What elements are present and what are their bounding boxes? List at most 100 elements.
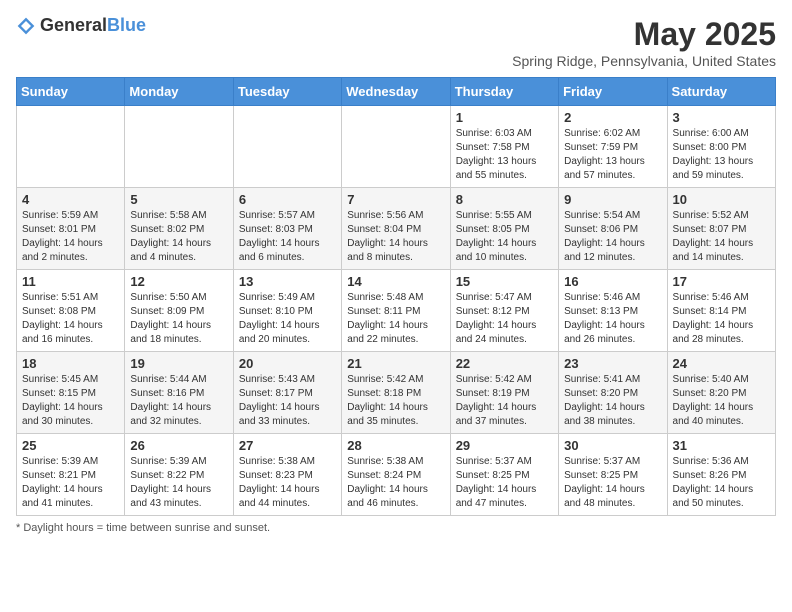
calendar-cell: 16Sunrise: 5:46 AM Sunset: 8:13 PM Dayli… bbox=[559, 270, 667, 352]
day-info: Sunrise: 5:46 AM Sunset: 8:14 PM Dayligh… bbox=[673, 291, 770, 347]
calendar-cell: 13Sunrise: 5:49 AM Sunset: 8:10 PM Dayli… bbox=[233, 270, 341, 352]
day-number: 17 bbox=[673, 274, 770, 289]
day-number: 5 bbox=[130, 192, 227, 207]
logo-icon bbox=[16, 16, 36, 36]
week-row-3: 11 Sunrise: 5:51 AM Sunset: 8:08 PM Dayli… bbox=[17, 270, 776, 352]
day-number: 7 bbox=[347, 192, 444, 207]
day-info: Sunrise: 5:38 AM Sunset: 8:24 PM Dayligh… bbox=[347, 455, 444, 511]
calendar-cell: 8 Sunrise: 5:55 AM Sunset: 8:05 PM Daylig… bbox=[450, 188, 558, 270]
day-number: 31 bbox=[673, 438, 770, 453]
day-number: 4 bbox=[22, 192, 119, 207]
day-info: Sunrise: 5:51 AM Sunset: 8:08 PM Dayligh… bbox=[22, 291, 119, 347]
calendar-cell: 4Sunrise: 5:59 AM Sunset: 8:01 PM Daylig… bbox=[17, 188, 125, 270]
calendar-cell: 11 Sunrise: 5:51 AM Sunset: 8:08 PM Dayli… bbox=[17, 270, 125, 352]
week-row-1: 1 Sunrise: 6:03 AM Sunset: 7:58 PM Daylig… bbox=[17, 106, 776, 188]
day-number: 11 bbox=[22, 274, 119, 289]
day-number: 30 bbox=[564, 438, 661, 453]
calendar-cell: 31 Sunrise: 5:36 AM Sunset: 8:26 PM Dayli… bbox=[667, 434, 775, 516]
day-info: Sunrise: 5:38 AM Sunset: 8:23 PM Dayligh… bbox=[239, 455, 336, 511]
weekday-header-saturday: Saturday bbox=[667, 78, 775, 106]
day-info: Sunrise: 5:36 AM Sunset: 8:26 PM Dayligh… bbox=[673, 455, 770, 511]
day-number: 15 bbox=[456, 274, 553, 289]
day-number: 21 bbox=[347, 356, 444, 371]
calendar-cell: 27 Sunrise: 5:38 AM Sunset: 8:23 PM Dayli… bbox=[233, 434, 341, 516]
day-info: Sunrise: 5:55 AM Sunset: 8:05 PM Dayligh… bbox=[456, 209, 553, 265]
weekday-header-tuesday: Tuesday bbox=[233, 78, 341, 106]
day-info: Sunrise: 5:37 AM Sunset: 8:25 PM Dayligh… bbox=[564, 455, 661, 511]
calendar-cell: 21 Sunrise: 5:42 AM Sunset: 8:18 PM Dayli… bbox=[342, 352, 450, 434]
calendar-cell: 25Sunrise: 5:39 AM Sunset: 8:21 PM Dayli… bbox=[17, 434, 125, 516]
day-info: Sunrise: 5:40 AM Sunset: 8:20 PM Dayligh… bbox=[673, 373, 770, 429]
day-info: Sunrise: 5:54 AM Sunset: 8:06 PM Dayligh… bbox=[564, 209, 661, 265]
calendar-cell bbox=[233, 106, 341, 188]
weekday-header-monday: Monday bbox=[125, 78, 233, 106]
footer-note: * Daylight hours = time between sunrise … bbox=[16, 522, 776, 534]
day-info: Sunrise: 5:39 AM Sunset: 8:22 PM Dayligh… bbox=[130, 455, 227, 511]
calendar-cell: 26 Sunrise: 5:39 AM Sunset: 8:22 PM Dayli… bbox=[125, 434, 233, 516]
calendar-cell: 9 Sunrise: 5:54 AM Sunset: 8:06 PM Daylig… bbox=[559, 188, 667, 270]
calendar-cell: 24 Sunrise: 5:40 AM Sunset: 8:20 PM Dayli… bbox=[667, 352, 775, 434]
day-info: Sunrise: 5:47 AM Sunset: 8:12 PM Dayligh… bbox=[456, 291, 553, 347]
logo-text-general: General bbox=[40, 15, 107, 35]
day-info: Sunrise: 5:45 AM Sunset: 8:15 PM Dayligh… bbox=[22, 373, 119, 429]
day-number: 20 bbox=[239, 356, 336, 371]
week-row-5: 25Sunrise: 5:39 AM Sunset: 8:21 PM Dayli… bbox=[17, 434, 776, 516]
day-number: 1 bbox=[456, 110, 553, 125]
logo: GeneralBlue bbox=[16, 16, 146, 36]
day-info: Sunrise: 5:49 AM Sunset: 8:10 PM Dayligh… bbox=[239, 291, 336, 347]
title-area: May 2025 Spring Ridge, Pennsylvania, Uni… bbox=[512, 16, 776, 69]
weekday-header-wednesday: Wednesday bbox=[342, 78, 450, 106]
header: GeneralBlue May 2025 Spring Ridge, Penns… bbox=[16, 16, 776, 69]
calendar-cell: 3 Sunrise: 6:00 AM Sunset: 8:00 PM Daylig… bbox=[667, 106, 775, 188]
calendar-cell bbox=[17, 106, 125, 188]
weekday-header-sunday: Sunday bbox=[17, 78, 125, 106]
calendar-cell: 28Sunrise: 5:38 AM Sunset: 8:24 PM Dayli… bbox=[342, 434, 450, 516]
day-number: 14 bbox=[347, 274, 444, 289]
day-number: 3 bbox=[673, 110, 770, 125]
day-info: Sunrise: 6:00 AM Sunset: 8:00 PM Dayligh… bbox=[673, 127, 770, 183]
day-number: 18 bbox=[22, 356, 119, 371]
calendar-cell bbox=[342, 106, 450, 188]
calendar-cell: 7Sunrise: 5:56 AM Sunset: 8:04 PM Daylig… bbox=[342, 188, 450, 270]
day-number: 27 bbox=[239, 438, 336, 453]
calendar-cell: 18 Sunrise: 5:45 AM Sunset: 8:15 PM Dayli… bbox=[17, 352, 125, 434]
day-number: 16 bbox=[564, 274, 661, 289]
day-info: Sunrise: 5:41 AM Sunset: 8:20 PM Dayligh… bbox=[564, 373, 661, 429]
daylight-hours-label: Daylight hours bbox=[23, 522, 93, 534]
day-info: Sunrise: 5:42 AM Sunset: 8:19 PM Dayligh… bbox=[456, 373, 553, 429]
calendar-cell bbox=[125, 106, 233, 188]
day-number: 9 bbox=[564, 192, 661, 207]
calendar-cell: 20Sunrise: 5:43 AM Sunset: 8:17 PM Dayli… bbox=[233, 352, 341, 434]
day-number: 24 bbox=[673, 356, 770, 371]
day-info: Sunrise: 6:03 AM Sunset: 7:58 PM Dayligh… bbox=[456, 127, 553, 183]
calendar-cell: 30 Sunrise: 5:37 AM Sunset: 8:25 PM Dayli… bbox=[559, 434, 667, 516]
day-number: 2 bbox=[564, 110, 661, 125]
day-info: Sunrise: 5:37 AM Sunset: 8:25 PM Dayligh… bbox=[456, 455, 553, 511]
calendar-cell: 12Sunrise: 5:50 AM Sunset: 8:09 PM Dayli… bbox=[125, 270, 233, 352]
day-number: 19 bbox=[130, 356, 227, 371]
calendar-cell: 17 Sunrise: 5:46 AM Sunset: 8:14 PM Dayli… bbox=[667, 270, 775, 352]
month-title: May 2025 bbox=[512, 16, 776, 53]
calendar-cell: 2 Sunrise: 6:02 AM Sunset: 7:59 PM Daylig… bbox=[559, 106, 667, 188]
day-number: 26 bbox=[130, 438, 227, 453]
day-number: 8 bbox=[456, 192, 553, 207]
day-info: Sunrise: 5:39 AM Sunset: 8:21 PM Dayligh… bbox=[22, 455, 119, 511]
calendar-cell: 19 Sunrise: 5:44 AM Sunset: 8:16 PM Dayli… bbox=[125, 352, 233, 434]
week-row-2: 4Sunrise: 5:59 AM Sunset: 8:01 PM Daylig… bbox=[17, 188, 776, 270]
weekday-header-thursday: Thursday bbox=[450, 78, 558, 106]
day-info: Sunrise: 6:02 AM Sunset: 7:59 PM Dayligh… bbox=[564, 127, 661, 183]
day-info: Sunrise: 5:48 AM Sunset: 8:11 PM Dayligh… bbox=[347, 291, 444, 347]
day-info: Sunrise: 5:42 AM Sunset: 8:18 PM Dayligh… bbox=[347, 373, 444, 429]
location-title: Spring Ridge, Pennsylvania, United State… bbox=[512, 53, 776, 69]
weekday-header-friday: Friday bbox=[559, 78, 667, 106]
logo-text-blue: Blue bbox=[107, 15, 146, 35]
calendar-cell: 15 Sunrise: 5:47 AM Sunset: 8:12 PM Dayli… bbox=[450, 270, 558, 352]
day-info: Sunrise: 5:52 AM Sunset: 8:07 PM Dayligh… bbox=[673, 209, 770, 265]
calendar-cell: 10 Sunrise: 5:52 AM Sunset: 8:07 PM Dayli… bbox=[667, 188, 775, 270]
calendar: SundayMondayTuesdayWednesdayThursdayFrid… bbox=[16, 77, 776, 516]
calendar-cell: 14 Sunrise: 5:48 AM Sunset: 8:11 PM Dayli… bbox=[342, 270, 450, 352]
calendar-cell: 29Sunrise: 5:37 AM Sunset: 8:25 PM Dayli… bbox=[450, 434, 558, 516]
day-info: Sunrise: 5:44 AM Sunset: 8:16 PM Dayligh… bbox=[130, 373, 227, 429]
calendar-cell: 6Sunrise: 5:57 AM Sunset: 8:03 PM Daylig… bbox=[233, 188, 341, 270]
day-number: 10 bbox=[673, 192, 770, 207]
